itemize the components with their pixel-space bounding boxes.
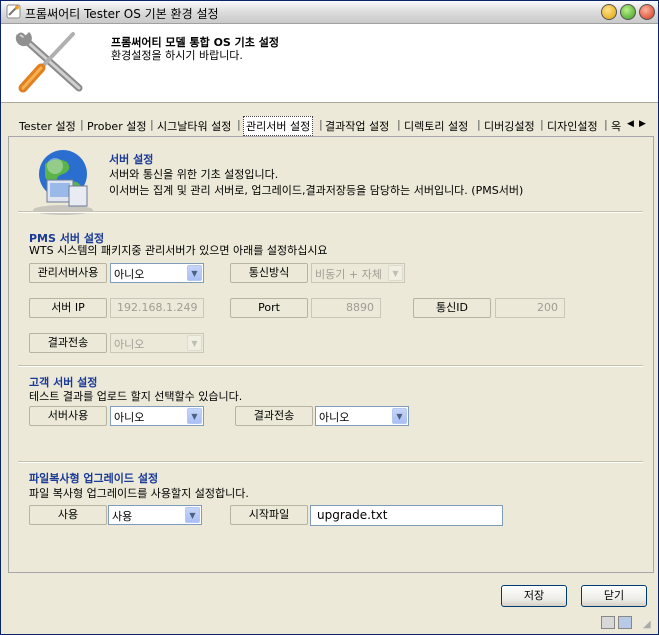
upgrade-use-select[interactable]: 사용 ▼ bbox=[108, 505, 202, 525]
resize-grip-icon[interactable]: ◢ bbox=[643, 619, 655, 631]
customer-use-value: 아니오 bbox=[114, 411, 145, 424]
server-globe-icon bbox=[33, 150, 93, 215]
tab-management-server[interactable]: 관리서버 설정 bbox=[243, 116, 314, 136]
save-button[interactable]: 저장 bbox=[501, 585, 567, 607]
tab-strip: Tester 설정 | Prober 설정 | 시그날타워 설정 | 관리서버 … bbox=[1, 113, 658, 137]
header-description: 환경설정을 하시기 바랍니다. bbox=[111, 49, 243, 62]
tab-panel-management-server: 서버 설정 서버와 통신을 위한 기초 설정입니다. 이서버는 집계 및 관리 … bbox=[8, 136, 654, 573]
divider bbox=[18, 365, 643, 367]
upgrade-use-value: 사용 bbox=[112, 510, 133, 523]
server-description-2: 이서버는 집계 및 관리 서버로, 업그레이드,결과저장등을 담당하는 서버입니… bbox=[109, 184, 524, 197]
tab-result-job[interactable]: 결과작업 설정 bbox=[325, 118, 389, 134]
pms-result-send-label: 결과전송 bbox=[29, 333, 107, 353]
tab-more[interactable]: 옥 bbox=[611, 118, 621, 134]
upgrade-description: 파일 복사형 업그레이드를 사용할지 설정합니다. bbox=[29, 487, 249, 500]
status-bar: ◢ bbox=[1, 611, 658, 634]
title-bar[interactable]: 프롬써어티 Tester OS 기본 환경 설정 bbox=[1, 1, 658, 24]
chevron-down-icon[interactable]: ▼ bbox=[392, 408, 407, 424]
customer-result-send-value: 아니오 bbox=[319, 411, 350, 424]
close-window-button[interactable] bbox=[639, 4, 655, 20]
pms-use-value: 아니오 bbox=[114, 268, 145, 281]
comm-method-label: 통신방식 bbox=[230, 263, 308, 283]
divider bbox=[18, 211, 643, 213]
tab-design[interactable]: 디자인설정 bbox=[547, 118, 598, 134]
start-file-input[interactable]: upgrade.txt bbox=[310, 505, 503, 526]
upgrade-section-heading: 파일복사형 업그레이드 설정 bbox=[29, 472, 159, 485]
port-label: Port bbox=[230, 298, 308, 318]
server-section-heading: 서버 설정 bbox=[109, 153, 154, 166]
tab-prober[interactable]: Prober 설정 bbox=[87, 118, 146, 134]
app-icon bbox=[6, 4, 21, 19]
status-icon bbox=[618, 616, 632, 629]
chevron-down-icon[interactable]: ▼ bbox=[187, 265, 202, 281]
status-icon bbox=[601, 616, 615, 629]
pms-use-label: 관리서버사용 bbox=[29, 263, 107, 283]
customer-use-select[interactable]: 아니오 ▼ bbox=[110, 406, 204, 426]
customer-result-send-select[interactable]: 아니오 ▼ bbox=[315, 406, 409, 426]
divider bbox=[18, 461, 643, 463]
comm-method-value: 비동기 + 자체 bbox=[315, 268, 382, 281]
tools-icon bbox=[15, 32, 83, 93]
tab-scroll-left-icon[interactable]: ◀ bbox=[627, 119, 634, 129]
maximize-button[interactable] bbox=[620, 4, 636, 20]
close-button[interactable]: 닫기 bbox=[581, 585, 647, 607]
settings-window: 프롬써어티 Tester OS 기본 환경 설정 프롬써어티 모델 통합 OS … bbox=[0, 0, 659, 635]
tab-debugging[interactable]: 디버깅설정 bbox=[484, 118, 535, 134]
port-field[interactable]: 8890 bbox=[311, 298, 381, 318]
pms-description: WTS 시스템의 패키지중 관리서버가 있으면 아래를 설정하십시요 bbox=[29, 244, 328, 257]
comm-method-select[interactable]: 비동기 + 자체 ▼ bbox=[311, 263, 405, 283]
pms-use-select[interactable]: 아니오 ▼ bbox=[110, 263, 204, 283]
minimize-button[interactable] bbox=[601, 4, 617, 20]
chevron-down-icon[interactable]: ▼ bbox=[187, 408, 202, 424]
customer-description: 테스트 결과를 업로드 할지 선택할수 있습니다. bbox=[29, 390, 243, 403]
comm-id-label: 통신ID bbox=[413, 298, 491, 318]
upgrade-use-label: 사용 bbox=[29, 505, 107, 525]
header-banner: 프롬써어티 모델 통합 OS 기초 설정 환경설정을 하시기 바랍니다. bbox=[1, 24, 658, 103]
chevron-down-icon[interactable]: ▼ bbox=[185, 507, 200, 523]
customer-use-label: 서버사용 bbox=[29, 406, 107, 426]
tab-directory[interactable]: 디렉토리 설정 bbox=[404, 118, 468, 134]
tab-signal-tower[interactable]: 시그날타워 설정 bbox=[157, 118, 231, 134]
server-ip-label: 서버 IP bbox=[29, 298, 107, 318]
chevron-down-icon[interactable]: ▼ bbox=[388, 265, 403, 281]
customer-result-send-label: 결과전송 bbox=[235, 406, 313, 426]
start-file-label: 시작파일 bbox=[230, 505, 308, 525]
pms-result-send-select[interactable]: 아니오 ▼ bbox=[110, 333, 204, 353]
tab-tester[interactable]: Tester 설정 bbox=[19, 118, 76, 134]
comm-id-field[interactable]: 200 bbox=[495, 298, 565, 318]
pms-result-send-value: 아니오 bbox=[114, 338, 145, 351]
tab-scroll-right-icon[interactable]: ▶ bbox=[639, 119, 646, 129]
window-title: 프롬써어티 Tester OS 기본 환경 설정 bbox=[25, 7, 219, 21]
chevron-down-icon[interactable]: ▼ bbox=[187, 335, 202, 351]
server-description-1: 서버와 통신을 위한 기초 설정입니다. bbox=[109, 168, 279, 181]
server-ip-field[interactable]: 192.168.1.249 bbox=[110, 298, 204, 318]
